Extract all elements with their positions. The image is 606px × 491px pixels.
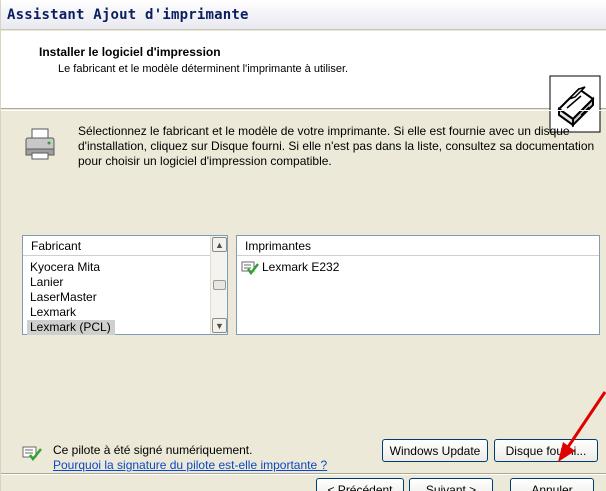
back-button[interactable]: < Précédent bbox=[316, 478, 404, 491]
intro-text: Sélectionnez le fabricant et le modèle d… bbox=[78, 124, 595, 168]
signature-status-text: Ce pilote à été signé numériquement. bbox=[53, 443, 253, 457]
window-title: Assistant Ajout d'imprimante bbox=[7, 7, 249, 23]
scroll-down-button[interactable]: ▼ bbox=[212, 318, 227, 333]
printer-item[interactable]: Lexmark E232 bbox=[259, 260, 343, 275]
scroll-thumb[interactable] bbox=[213, 280, 226, 290]
windows-update-button[interactable]: Windows Update bbox=[382, 439, 488, 462]
header-title: Installer le logiciel d'impression bbox=[39, 45, 221, 59]
wizard-header: Installer le logiciel d'impression Le fa… bbox=[1, 31, 606, 133]
manufacturer-scrollbar[interactable]: ▲ ▼ bbox=[210, 236, 227, 334]
manufacturer-item[interactable]: LaserMaster bbox=[27, 290, 101, 305]
printer-column-header[interactable]: Imprimantes bbox=[237, 236, 599, 256]
manufacturer-item[interactable]: Kyocera Mita bbox=[27, 260, 104, 275]
manufacturer-column-header[interactable]: Fabricant bbox=[23, 236, 211, 256]
signature-info-link[interactable]: Pourquoi la signature du pilote est-elle… bbox=[53, 458, 327, 472]
scroll-up-button[interactable]: ▲ bbox=[212, 237, 227, 252]
cancel-button[interactable]: Annuler bbox=[510, 478, 594, 491]
manufacturer-item[interactable]: Lanier bbox=[27, 275, 67, 290]
next-button[interactable]: Suivant > bbox=[409, 478, 493, 491]
add-printer-wizard-window: Assistant Ajout d'imprimante Installer l… bbox=[0, 0, 606, 491]
signed-driver-icon bbox=[241, 261, 259, 275]
have-disk-button[interactable]: Disque fourni... bbox=[494, 439, 598, 462]
header-divider bbox=[1, 110, 606, 111]
printer-list[interactable]: Imprimantes Lexmark E232 bbox=[236, 235, 600, 335]
manufacturer-item-selected[interactable]: Lexmark (PCL) bbox=[27, 320, 115, 335]
manufacturer-list[interactable]: Fabricant Kyocera Mita Lanier LaserMaste… bbox=[22, 235, 228, 335]
manufacturer-item[interactable]: Lexmark bbox=[27, 305, 80, 320]
header-subtitle: Le fabricant et le modèle déterminent l'… bbox=[58, 63, 349, 75]
printer-icon bbox=[25, 128, 55, 160]
signed-driver-icon bbox=[22, 446, 42, 462]
title-bar[interactable]: Assistant Ajout d'imprimante bbox=[1, 0, 606, 30]
